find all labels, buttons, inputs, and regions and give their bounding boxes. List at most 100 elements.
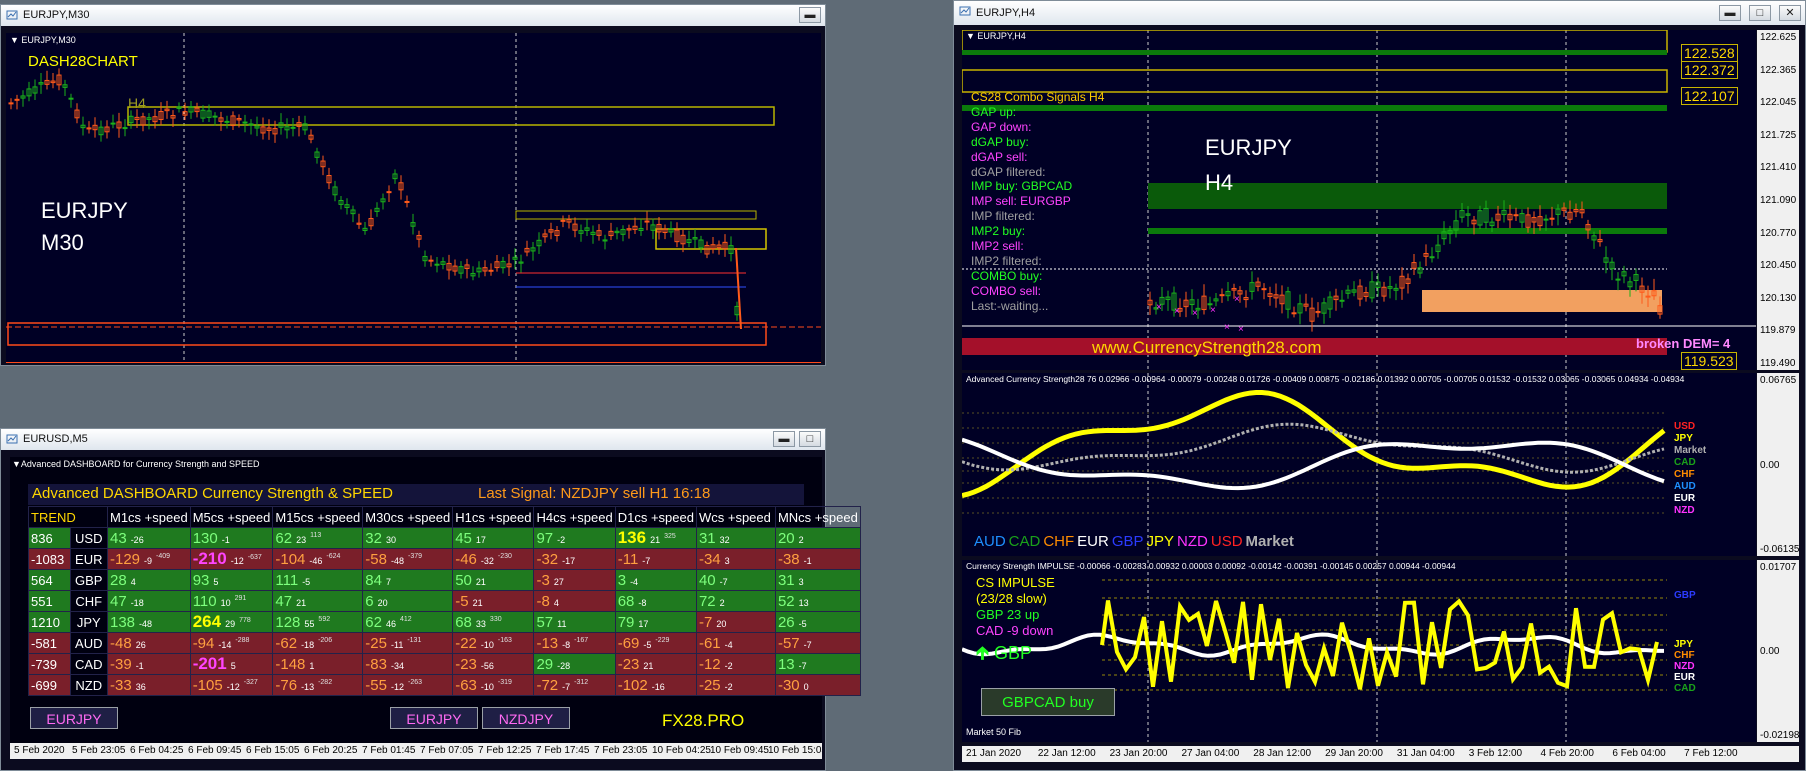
strength-cell[interactable]: -94 -14 -288: [189, 632, 274, 654]
strength-cell[interactable]: 31 32: [695, 527, 776, 549]
strength-cell[interactable]: 72 2: [695, 590, 776, 612]
strength-cell[interactable]: -33 36: [107, 674, 191, 696]
time-tick: 21 Jan 2020: [966, 748, 1022, 759]
strength-cell[interactable]: 32 30: [362, 527, 454, 549]
chart-window-icon: [959, 5, 971, 17]
window-titlebar[interactable]: EURUSD,M5 ▬ □: [1, 429, 825, 450]
strength-cell[interactable]: 45 17: [452, 527, 535, 549]
strength-cell[interactable]: 26 -5: [774, 611, 861, 633]
speed-value: 17: [475, 534, 486, 545]
strength-cell[interactable]: -57 -7: [774, 632, 861, 654]
strength-cell[interactable]: 62 23 113: [272, 527, 364, 549]
strength-cell[interactable]: -129 -9 -409: [107, 548, 191, 570]
strength-cell[interactable]: -46 -32 -230: [452, 548, 535, 570]
strength-cell[interactable]: -83 -34: [362, 653, 454, 675]
strength-cell[interactable]: -25 -11 -131: [362, 632, 454, 654]
strength-value: 6: [365, 592, 374, 610]
strength-cell[interactable]: 6 20: [362, 590, 454, 612]
strength-cell[interactable]: -23 21: [614, 653, 697, 675]
chart-area-m30[interactable]: ▼ EURJPY,M30 DASH28CHART H4 EURJPY M30: [6, 33, 821, 363]
strength-cell[interactable]: -3 27: [533, 569, 616, 591]
strength-cell[interactable]: -105 -12 -327: [189, 674, 274, 696]
strength-cell[interactable]: 79 17: [614, 611, 697, 633]
strength-cell[interactable]: -7 20: [695, 611, 776, 633]
strength-cell[interactable]: 93 5: [189, 569, 274, 591]
strength-cell[interactable]: -34 3: [695, 548, 776, 570]
strength-cell[interactable]: 40 -7: [695, 569, 776, 591]
strength-cell[interactable]: 13 -7: [774, 653, 861, 675]
window-titlebar[interactable]: EURJPY,H4 ▬ □ ✕: [954, 1, 1805, 25]
strength-cell[interactable]: 20 2: [774, 527, 861, 549]
minimize-button[interactable]: ▬: [773, 431, 795, 447]
strength-cell[interactable]: 130 -1: [189, 527, 274, 549]
strength-cell[interactable]: 68 33 330: [452, 611, 535, 633]
strength-cell[interactable]: -12 -2: [695, 653, 776, 675]
strength-cell[interactable]: 31 3: [774, 569, 861, 591]
strength-panel[interactable]: Advanced Currency Strength28 76 0.02966 …: [962, 373, 1756, 556]
strength-cell[interactable]: 47 21: [272, 590, 364, 612]
strength-cell[interactable]: -62 -18 -206: [272, 632, 364, 654]
chart-window-icon: [6, 9, 18, 21]
minimize-button[interactable]: ▬: [1719, 5, 1741, 21]
maximize-button[interactable]: □: [1749, 5, 1771, 21]
strength-cell[interactable]: -72 -7 -312: [533, 674, 616, 696]
strength-cell[interactable]: 136 21 325: [614, 527, 697, 549]
strength-value: -7: [698, 613, 713, 631]
strength-cell[interactable]: -30 0: [774, 674, 861, 696]
pair-button-eurjpy-2[interactable]: EURJPY: [390, 707, 478, 729]
strength-cell[interactable]: -201 5: [189, 653, 274, 675]
impulse-axis: 0.01707 0.00 -0.02198: [1757, 560, 1799, 742]
strength-cell[interactable]: -69 -5 -229: [614, 632, 697, 654]
strength-cell[interactable]: -11 -7: [614, 548, 697, 570]
strength-cell[interactable]: 50 21: [452, 569, 535, 591]
strength-cell[interactable]: -8 4: [533, 590, 616, 612]
strength-cell[interactable]: -48 26: [107, 632, 191, 654]
strength-cell[interactable]: 84 7: [362, 569, 454, 591]
strength-cell[interactable]: 43 -26: [107, 527, 191, 549]
strength-cell[interactable]: -148 1: [272, 653, 364, 675]
strength-cell[interactable]: -13 -8 -167: [533, 632, 616, 654]
strength-cell[interactable]: -38 -1: [774, 548, 861, 570]
impulse-panel[interactable]: Currency Strength IMPULSE -0.00066 -0.00…: [962, 560, 1756, 742]
strength-cell[interactable]: 62 46 412: [362, 611, 454, 633]
strength-cell[interactable]: 3 -4: [614, 569, 697, 591]
signal-cross-icon: ×: [1224, 322, 1230, 333]
maximize-button[interactable]: □: [799, 431, 821, 447]
close-button[interactable]: ✕: [1779, 5, 1801, 21]
accel-value: -263: [408, 679, 423, 687]
strength-cell[interactable]: -63 -10 -319: [452, 674, 535, 696]
chart-area-h4[interactable]: × × × × × × × ▼ EURJPY,H4 CS28 Combo Signals H…: [962, 30, 1756, 370]
strength-cell[interactable]: -210 -12 -637: [189, 548, 274, 570]
pair-button-nzdjpy[interactable]: NZDJPY: [482, 707, 570, 729]
strength-cell[interactable]: 128 55 592: [272, 611, 364, 633]
strength-cell[interactable]: 29 -28: [533, 653, 616, 675]
strength-cell[interactable]: -5 21: [452, 590, 535, 612]
window-titlebar[interactable]: EURJPY,M30 ▬: [1, 5, 825, 26]
strength-cell[interactable]: 264 29 778: [189, 611, 274, 633]
strength-cell[interactable]: -32 -17: [533, 548, 616, 570]
strength-cell[interactable]: 138 -48: [107, 611, 191, 633]
strength-cell[interactable]: -55 -12 -263: [362, 674, 454, 696]
strength-cell[interactable]: -22 -10 -163: [452, 632, 535, 654]
strength-value: -105: [192, 676, 223, 694]
speed-value: -8: [562, 639, 571, 650]
strength-cell[interactable]: -61 -4: [695, 632, 776, 654]
minimize-button[interactable]: ▬: [799, 7, 821, 23]
strength-cell[interactable]: -25 -2: [695, 674, 776, 696]
strength-cell[interactable]: 68 -8: [614, 590, 697, 612]
strength-cell[interactable]: 52 13: [774, 590, 861, 612]
gbpcad-buy-button[interactable]: GBPCAD buy: [981, 688, 1115, 716]
strength-cell[interactable]: 47 -18: [107, 590, 191, 612]
strength-cell[interactable]: -39 -1: [107, 653, 191, 675]
pair-button-eurjpy[interactable]: EURJPY: [30, 707, 118, 729]
strength-cell[interactable]: -23 -56: [452, 653, 535, 675]
strength-cell[interactable]: 97 -2: [533, 527, 616, 549]
strength-cell[interactable]: 111 -5: [272, 569, 364, 591]
strength-cell[interactable]: 110 10 291: [189, 590, 274, 612]
strength-cell[interactable]: -58 -48 -379: [362, 548, 454, 570]
strength-cell[interactable]: 28 4: [107, 569, 191, 591]
strength-cell[interactable]: -104 -46 -624: [272, 548, 364, 570]
strength-cell[interactable]: -76 -13 -282: [272, 674, 364, 696]
strength-cell[interactable]: 57 11: [533, 611, 616, 633]
strength-cell[interactable]: -102 -16: [614, 674, 697, 696]
